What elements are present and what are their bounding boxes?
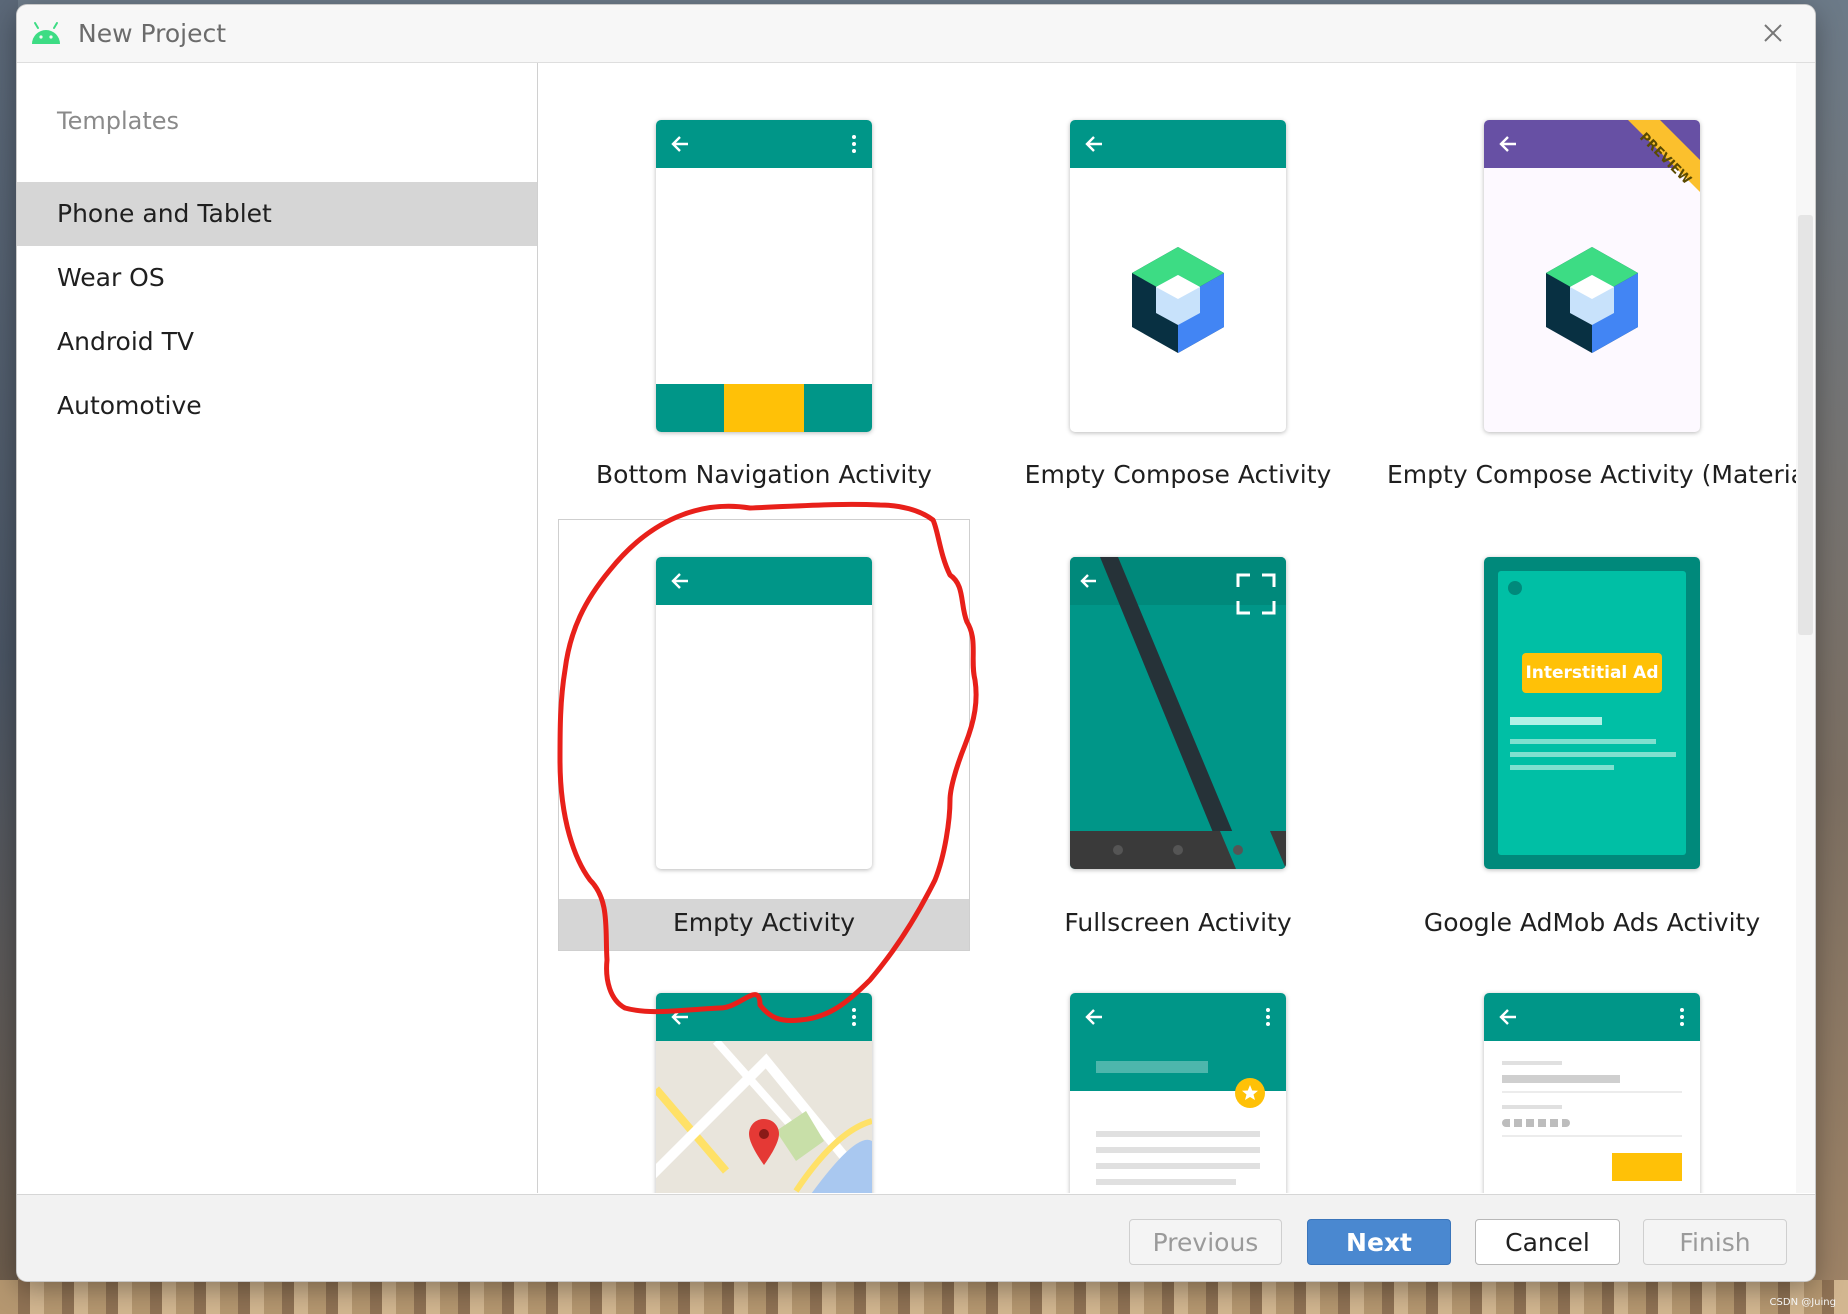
desktop-carpet <box>0 1280 1848 1314</box>
previous-button[interactable]: Previous <box>1129 1219 1282 1265</box>
fullscreen-preview <box>1070 557 1286 869</box>
compose-logo-preview: PREVIEW <box>1484 120 1700 432</box>
back-arrow-icon <box>671 136 688 152</box>
overflow-menu-icon <box>852 1008 856 1026</box>
back-arrow-icon <box>1499 136 1516 152</box>
sidebar-item-label: Android TV <box>57 327 194 356</box>
interstitial-ad-label: Interstitial Ad <box>1522 653 1662 693</box>
preview-ribbon: PREVIEW <box>1628 120 1700 192</box>
overflow-menu-icon <box>1680 1008 1684 1026</box>
template-empty-compose-activity-material3[interactable]: PREVIEW Empty Compose Activity (Material… <box>1387 63 1815 493</box>
cancel-button[interactable]: Cancel <box>1475 1219 1620 1265</box>
window-title: New Project <box>78 19 227 48</box>
new-project-dialog: New Project Templates Phone and Tablet W… <box>17 5 1815 1281</box>
template-label: Google AdMob Ads Activity <box>1423 908 1761 937</box>
settings-activity-preview <box>1484 993 1700 1193</box>
watermark: CSDN @Juing <box>1769 1297 1836 1308</box>
scrolling-activity-preview <box>1070 993 1286 1193</box>
template-google-maps-activity[interactable] <box>559 957 969 1193</box>
sidebar-header: Templates <box>57 107 180 135</box>
back-arrow-icon <box>1085 1009 1102 1025</box>
compose-logo-preview <box>1070 120 1286 432</box>
sidebar-item-label: Phone and Tablet <box>57 199 272 228</box>
title-bar: New Project <box>17 5 1815 63</box>
template-label: Bottom Navigation Activity <box>596 460 932 489</box>
template-bottom-navigation-activity[interactable]: Bottom Navigation Activity <box>559 63 969 493</box>
overflow-menu-icon <box>1266 1008 1270 1026</box>
template-empty-activity[interactable]: Empty Activity <box>558 519 970 951</box>
sidebar-item-label: Automotive <box>57 391 202 420</box>
jetpack-compose-icon <box>1132 247 1224 353</box>
back-arrow-icon <box>1085 136 1102 152</box>
sidebar-item-phone-and-tablet[interactable]: Phone and Tablet <box>17 182 537 246</box>
template-google-admob-ads-activity[interactable]: Interstitial Ad Google AdMob Ads Activit… <box>1387 520 1797 950</box>
fullscreen-illustration <box>1070 557 1286 869</box>
map-pin-icon <box>749 1119 779 1165</box>
overflow-menu-icon <box>852 135 856 153</box>
empty-activity-preview <box>656 557 872 869</box>
back-arrow-icon <box>671 573 688 589</box>
desktop-edge <box>0 0 18 1314</box>
template-fullscreen-activity[interactable]: Fullscreen Activity <box>973 520 1383 950</box>
admob-preview: Interstitial Ad <box>1484 557 1700 869</box>
back-arrow-icon <box>1499 1009 1516 1025</box>
next-button[interactable]: Next <box>1307 1219 1451 1265</box>
template-category-sidebar: Templates Phone and Tablet Wear OS Andro… <box>17 63 538 1193</box>
dialog-footer: Previous Next Cancel Finish <box>17 1194 1815 1281</box>
back-arrow-icon <box>671 1009 688 1025</box>
template-label: Empty Activity <box>672 908 856 937</box>
template-label: Fullscreen Activity <box>1064 908 1292 937</box>
finish-button[interactable]: Finish <box>1643 1219 1787 1265</box>
template-label: Empty Compose Activity (Material3) <box>1387 460 1815 489</box>
template-grid: Bottom Navigation Activity Empty Compose… <box>538 63 1815 1193</box>
google-maps-preview <box>656 993 872 1193</box>
close-icon[interactable] <box>1754 14 1792 52</box>
bottom-navigation-preview <box>656 120 872 432</box>
sidebar-item-wear-os[interactable]: Wear OS <box>17 246 537 310</box>
android-icon <box>32 22 60 44</box>
star-fab-icon <box>1235 1078 1265 1108</box>
sidebar-item-label: Wear OS <box>57 263 165 292</box>
template-settings-activity[interactable] <box>1387 957 1797 1193</box>
sidebar-item-android-tv[interactable]: Android TV <box>17 310 537 374</box>
sidebar-item-automotive[interactable]: Automotive <box>17 374 537 438</box>
jetpack-compose-icon <box>1546 247 1638 353</box>
scrollbar-thumb[interactable] <box>1798 215 1813 635</box>
template-empty-compose-activity[interactable]: Empty Compose Activity <box>973 63 1383 493</box>
template-scrolling-activity[interactable] <box>973 957 1383 1193</box>
template-label: Empty Compose Activity <box>1024 460 1332 489</box>
